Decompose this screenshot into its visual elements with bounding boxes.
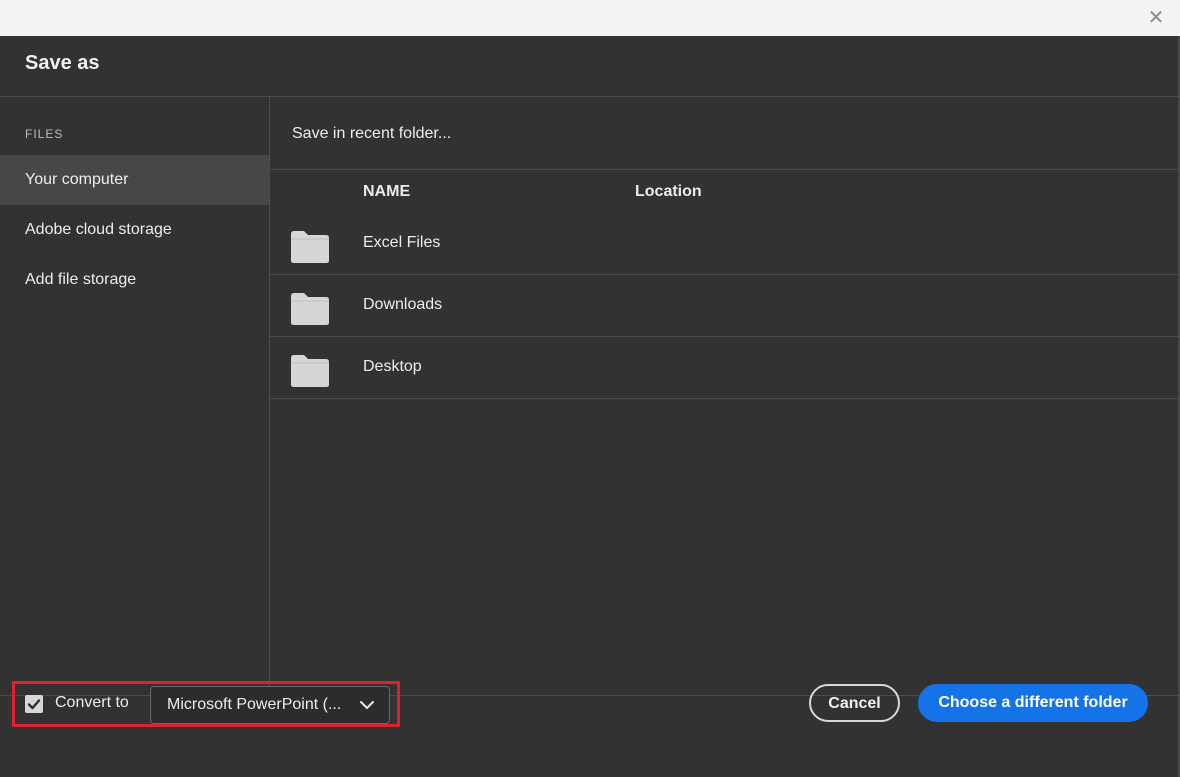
- checkmark-icon: [27, 699, 41, 710]
- sidebar-item-add-file-storage[interactable]: Add file storage: [0, 255, 269, 305]
- sidebar-item-label: Add file storage: [25, 271, 137, 288]
- folder-row-desktop[interactable]: Desktop: [270, 337, 1178, 399]
- save-as-dialog: Save as FILES Your computer Adobe cloud …: [0, 36, 1180, 777]
- recent-folder-label: Save in recent folder...: [292, 125, 452, 142]
- format-dropdown[interactable]: Microsoft PowerPoint (...: [150, 686, 390, 724]
- cancel-button[interactable]: Cancel: [809, 684, 900, 722]
- close-icon[interactable]: ✕: [1146, 8, 1166, 28]
- chevron-down-icon: [360, 701, 374, 709]
- folder-icon: [291, 231, 329, 263]
- folder-icon: [291, 355, 329, 387]
- column-header-location[interactable]: Location: [635, 183, 702, 201]
- sidebar: FILES Your computer Adobe cloud storage …: [0, 97, 270, 695]
- sidebar-item-label: Adobe cloud storage: [25, 221, 172, 238]
- folder-row-excel-files[interactable]: Excel Files: [270, 213, 1178, 275]
- folder-name: Excel Files: [363, 234, 441, 251]
- folder-list-panel: Save in recent folder... NAME Location E…: [270, 97, 1178, 695]
- sidebar-heading: FILES: [25, 127, 64, 141]
- folder-name: Desktop: [363, 358, 422, 375]
- convert-checkbox[interactable]: [25, 695, 43, 713]
- convert-label: Convert to: [55, 694, 129, 711]
- dialog-title: Save as: [25, 52, 100, 74]
- list-divider: [270, 169, 1178, 170]
- format-dropdown-value: Microsoft PowerPoint (...: [167, 696, 342, 713]
- column-header-name[interactable]: NAME: [363, 183, 410, 201]
- sidebar-item-your-computer[interactable]: Your computer: [0, 155, 269, 205]
- folder-icon: [291, 293, 329, 325]
- window-titlebar: ✕: [0, 0, 1180, 36]
- choose-different-folder-button[interactable]: Choose a different folder: [918, 684, 1148, 722]
- sidebar-item-adobe-cloud-storage[interactable]: Adobe cloud storage: [0, 205, 269, 255]
- folder-row-downloads[interactable]: Downloads: [270, 275, 1178, 337]
- folder-name: Downloads: [363, 296, 443, 313]
- sidebar-item-label: Your computer: [25, 171, 129, 188]
